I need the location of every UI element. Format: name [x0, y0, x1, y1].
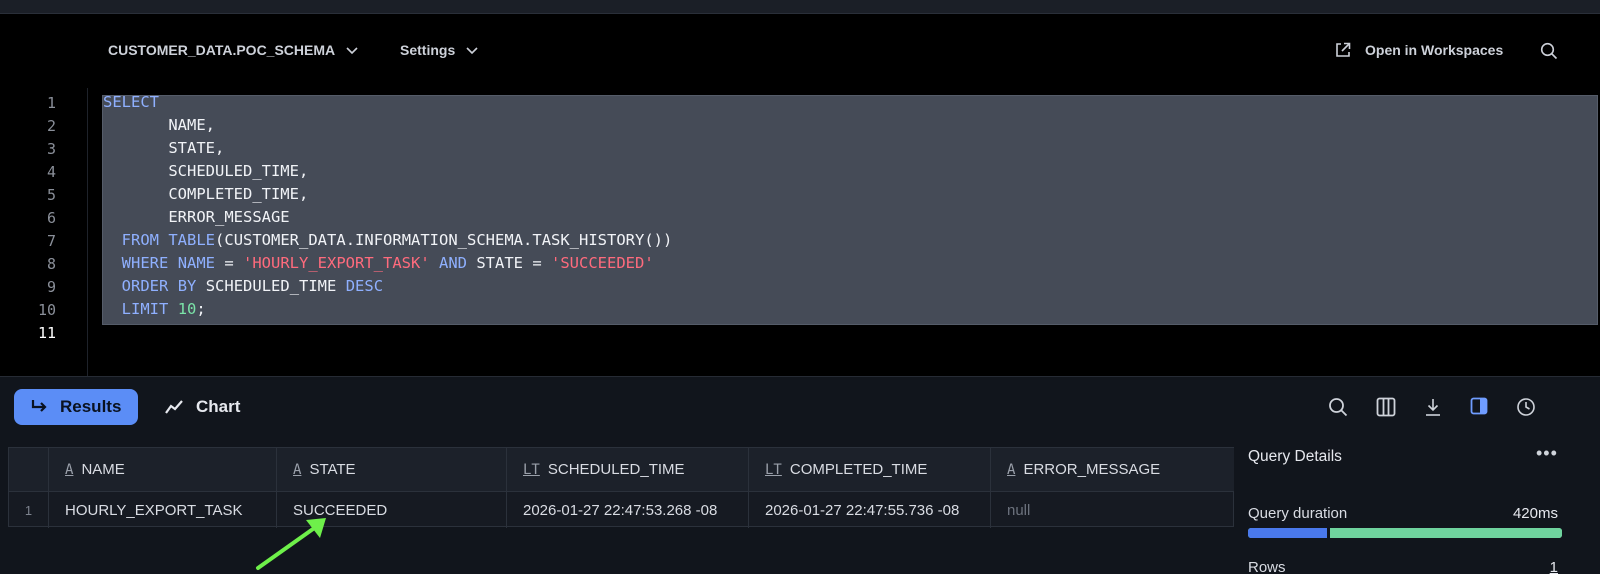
code-line: COMPLETED_TIME, — [168, 185, 309, 203]
database-selector-label: CUSTOMER_DATA.POC_SCHEMA — [108, 42, 336, 58]
code-line: LIMIT 10; — [121, 300, 206, 318]
table-cell[interactable]: null — [991, 492, 1235, 528]
table-header-row: A NAME A STATE LT SCHEDULED_TIME LT COMP… — [9, 448, 1235, 492]
clock-icon[interactable] — [1516, 397, 1536, 417]
column-header-label: STATE — [309, 461, 356, 478]
line-number: 1 — [46, 94, 56, 112]
search-icon[interactable] — [1540, 42, 1558, 60]
code-line: SCHEDULED_TIME, — [168, 162, 309, 180]
open-in-workspaces-button[interactable]: Open in Workspaces — [1335, 42, 1503, 58]
column-header-label: NAME — [81, 461, 125, 478]
row-number: 1 — [9, 492, 49, 528]
download-icon[interactable] — [1424, 397, 1442, 417]
line-number-gutter: 1 2 3 4 5 6 7 8 9 10 11 — [0, 88, 88, 376]
code-line: NAME, — [168, 116, 215, 134]
code-line: FROM TABLE(CUSTOMER_DATA.INFORMATION_SCH… — [121, 231, 673, 249]
settings-menu[interactable]: Settings — [400, 42, 479, 58]
tab-results-label: Results — [60, 397, 122, 416]
chevron-down-icon — [466, 47, 478, 55]
tab-chart[interactable]: Chart — [164, 389, 240, 425]
tab-results[interactable]: Results — [14, 389, 138, 425]
line-number: 4 — [46, 163, 56, 181]
query-details-panel: Query Details ••• Query duration 420ms R… — [1234, 433, 1600, 574]
results-panel: Results Chart A NAME A STATE LT SCHEDULE… — [0, 376, 1600, 574]
line-number: 5 — [46, 186, 56, 204]
line-number: 8 — [46, 255, 56, 273]
table-cell[interactable]: 2026-01-27 22:47:53.268 -08 — [507, 492, 749, 528]
table-row[interactable]: 1 HOURLY_EXPORT_TASK SUCCEEDED 2026-01-2… — [9, 492, 1235, 528]
line-number-active: 11 — [37, 324, 56, 342]
text-type-icon: A — [1007, 461, 1016, 478]
line-chart-icon — [165, 400, 183, 414]
more-options-icon[interactable]: ••• — [1536, 443, 1558, 464]
editor-toolbar: CUSTOMER_DATA.POC_SCHEMA Settings Open i… — [0, 14, 1600, 88]
external-link-icon — [1336, 42, 1351, 57]
duration-segment-execute — [1329, 528, 1562, 538]
rows-label: Rows — [1248, 559, 1286, 574]
code-line: WHERE NAME = 'HOURLY_EXPORT_TASK' AND ST… — [121, 254, 654, 272]
line-number: 2 — [46, 117, 56, 135]
line-number: 7 — [46, 232, 56, 250]
code-line: ORDER BY SCHEDULED_TIME DESC — [121, 277, 384, 295]
code-line: STATE, — [168, 139, 225, 157]
return-arrow-icon — [31, 400, 47, 412]
annotation-arrow-icon — [256, 518, 326, 570]
window-top-strip — [0, 0, 1600, 14]
column-header[interactable]: A NAME — [49, 448, 277, 491]
text-type-icon: A — [293, 461, 302, 478]
tab-chart-label: Chart — [196, 397, 241, 416]
database-selector[interactable]: CUSTOMER_DATA.POC_SCHEMA — [108, 42, 359, 58]
table-cell[interactable]: HOURLY_EXPORT_TASK — [49, 492, 277, 528]
duration-segment-compile — [1248, 528, 1327, 538]
query-duration-label: Query duration — [1248, 505, 1348, 522]
query-duration-value: 420ms — [1512, 505, 1558, 522]
line-number: 10 — [37, 301, 56, 319]
column-header[interactable]: LT COMPLETED_TIME — [749, 448, 991, 491]
sql-editor[interactable]: 1 2 3 4 5 6 7 8 9 10 11 SELECT NAME, STA… — [0, 88, 1600, 376]
query-duration-bar — [1248, 528, 1562, 538]
code-line: ERROR_MESSAGE — [168, 208, 290, 226]
settings-label: Settings — [400, 42, 456, 58]
column-header[interactable]: A STATE — [277, 448, 507, 491]
results-grid: A NAME A STATE LT SCHEDULED_TIME LT COMP… — [8, 447, 1235, 528]
rows-value[interactable]: 1 — [1550, 559, 1558, 574]
column-header[interactable]: LT SCHEDULED_TIME — [507, 448, 749, 491]
side-panel-icon[interactable] — [1470, 397, 1488, 415]
code-line: SELECT — [103, 93, 159, 111]
timestamp-type-icon: LT — [765, 461, 782, 478]
search-icon[interactable] — [1328, 397, 1348, 417]
chevron-down-icon — [346, 47, 358, 55]
column-header-label: COMPLETED_TIME — [789, 461, 928, 478]
line-number: 3 — [46, 140, 56, 158]
table-cell[interactable]: 2026-01-27 22:47:55.736 -08 — [749, 492, 991, 528]
line-number: 6 — [46, 209, 56, 227]
timestamp-type-icon: LT — [523, 461, 540, 478]
column-header[interactable]: A ERROR_MESSAGE — [991, 448, 1235, 491]
row-number-header — [9, 448, 49, 491]
query-details-title: Query Details — [1248, 448, 1342, 465]
column-header-label: ERROR_MESSAGE — [1023, 461, 1161, 478]
columns-icon[interactable] — [1376, 397, 1396, 417]
column-header-label: SCHEDULED_TIME — [547, 461, 685, 478]
open-in-workspaces-label: Open in Workspaces — [1365, 42, 1504, 58]
results-tabbar: Results Chart — [0, 377, 1600, 433]
line-number: 9 — [46, 278, 56, 296]
text-type-icon: A — [65, 461, 74, 478]
